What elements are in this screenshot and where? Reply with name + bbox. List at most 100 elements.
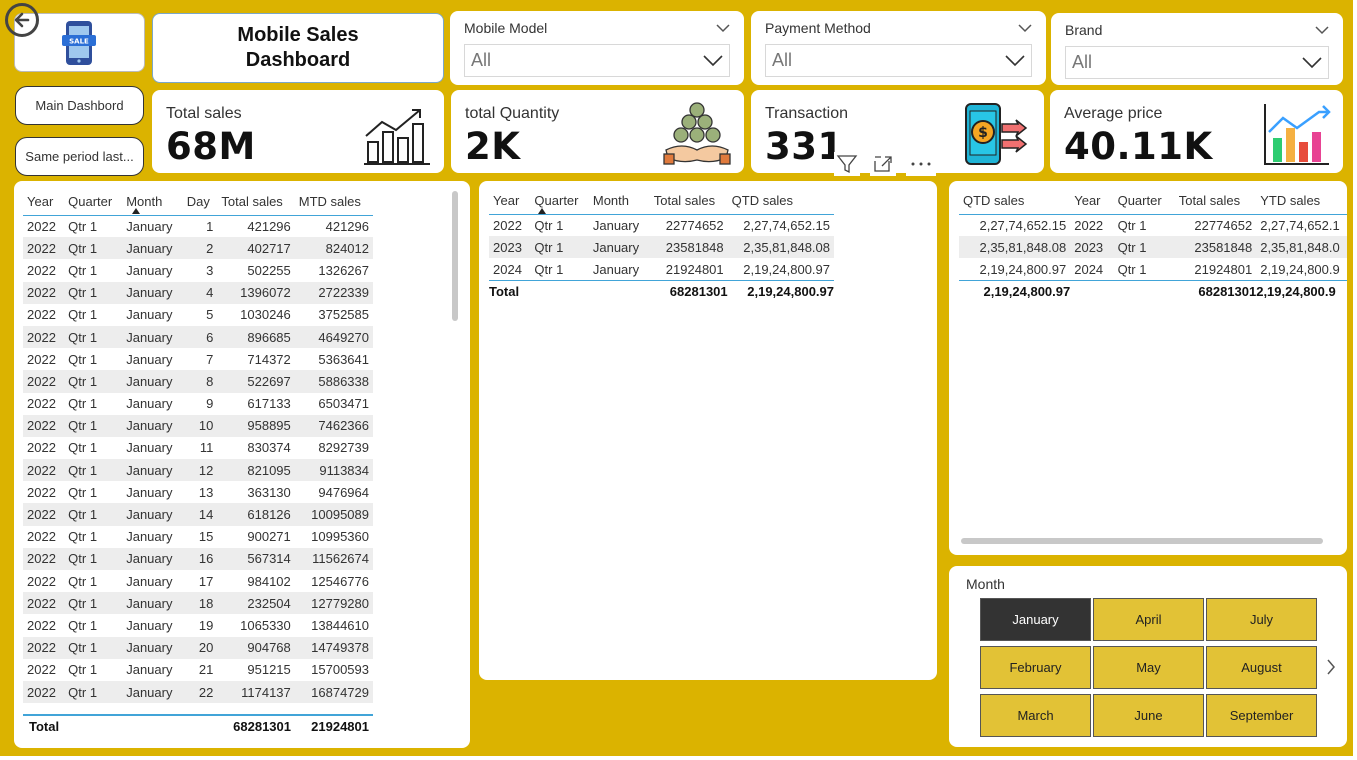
table-cell: January	[122, 592, 183, 615]
table-cell: 2,27,74,652.15	[743, 217, 830, 233]
table-cell: Qtr 1	[64, 325, 123, 349]
month-button-june[interactable]: June	[1093, 694, 1204, 737]
column-header[interactable]: Year	[1070, 188, 1113, 214]
month-button-march[interactable]: March	[980, 694, 1091, 737]
table-row[interactable]: 2022 Qtr 1 January 19 1065330 13844610	[23, 614, 373, 636]
main-dashboard-button[interactable]: Main Dashbord	[15, 86, 144, 125]
table-row[interactable]: 2022 Qtr 1 January 11 830374 8292739	[23, 437, 373, 459]
ytd-table-body: 2,27,74,652.15 2022 Qtr 1 22774652 2,27,74,6…	[959, 214, 1347, 281]
horizontal-scrollbar[interactable]	[961, 538, 1323, 544]
column-header[interactable]: Total sales	[217, 189, 294, 215]
table-row[interactable]: 2022 Qtr 1 January 22 1174137 16874729	[23, 680, 373, 704]
column-header[interactable]: MTD sales	[295, 189, 373, 215]
column-header[interactable]: Year	[489, 188, 530, 214]
qtd-table-visual[interactable]: Year Quarter Month Total sales QTD sales…	[479, 181, 937, 680]
table-row[interactable]: 2022 Qtr 1 January 17 984102 12546776	[23, 570, 373, 592]
table-row[interactable]: 2,35,81,848.08 2023 Qtr 1 23581848 2,35,81,8…	[959, 236, 1347, 259]
table-cell: 522697	[217, 370, 295, 393]
table-cell: 951215	[247, 662, 291, 678]
table-cell: 900271	[247, 529, 291, 545]
table-cell: January	[126, 440, 173, 456]
column-header[interactable]: Year	[23, 189, 64, 215]
table-row[interactable]: 2022 Qtr 1 January 1 421296 421296	[23, 215, 373, 237]
back-button[interactable]	[5, 3, 39, 37]
table-cell: 14	[182, 503, 218, 526]
column-header[interactable]: YTD sales	[1256, 188, 1347, 214]
table-row[interactable]: 2022 Qtr 1 January 5 1030246 3752585	[23, 304, 373, 326]
chevron-down-icon[interactable]	[716, 23, 730, 33]
chevron-down-icon[interactable]	[1018, 23, 1032, 33]
column-header[interactable]: Quarter	[1114, 188, 1175, 214]
month-button-february[interactable]: February	[980, 646, 1091, 689]
table-row[interactable]: 2022 Qtr 1 January 4 1396072 2722339	[23, 281, 373, 304]
column-header[interactable]: Quarter	[64, 189, 122, 215]
chevron-right-icon[interactable]	[1326, 659, 1336, 675]
table-row[interactable]: 2023 Qtr 1 January 23581848 2,35,81,848.08	[489, 236, 834, 259]
more-options-icon[interactable]	[906, 152, 936, 176]
money-bags-icon	[663, 102, 731, 165]
column-header[interactable]: Total sales	[650, 188, 728, 214]
table-cell: January	[126, 617, 173, 633]
month-button-may[interactable]: May	[1093, 646, 1204, 689]
filter-icon[interactable]	[834, 152, 860, 176]
table-row[interactable]: 2024 Qtr 1 January 21924801 2,19,24,800.97	[489, 258, 834, 280]
table-row[interactable]: 2022 Qtr 1 January 12 821095 9113834	[23, 459, 373, 482]
table-cell: 2022	[27, 396, 56, 412]
table-cell: January	[592, 217, 640, 233]
table-cell: 5886338	[294, 370, 373, 393]
table-row[interactable]: 2022 Qtr 1 January 8 522697 5886338	[23, 370, 373, 393]
month-button-january[interactable]: January	[980, 598, 1091, 641]
table-cell: January	[126, 307, 173, 323]
table-row[interactable]: 2022 Qtr 1 January 2 402717 824012	[23, 237, 373, 260]
column-header[interactable]: QTD sales	[728, 188, 834, 214]
ytd-table-visual[interactable]: QTD sales Year Quarter Total sales YTD s…	[949, 181, 1347, 555]
month-button-july[interactable]: July	[1206, 598, 1317, 641]
table-cell: 2022	[1074, 217, 1104, 233]
focus-mode-icon[interactable]	[870, 152, 896, 176]
column-header[interactable]: Month	[589, 188, 650, 214]
table-cell: 9	[206, 396, 214, 412]
table-cell: 13	[198, 484, 214, 500]
table-row[interactable]: 2022 Qtr 1 January 10 958895 7462366	[23, 414, 373, 437]
same-period-button[interactable]: Same period last...	[15, 137, 144, 176]
table-cell: 23581848	[649, 236, 728, 259]
table-row[interactable]: 2022 Qtr 1 January 22774652 2,27,74,652.15	[489, 214, 834, 236]
chevron-down-icon[interactable]	[1315, 25, 1329, 35]
table-row[interactable]: 2022 Qtr 1 January 15 900271 10995360	[23, 526, 373, 548]
table-row[interactable]: 2022 Qtr 1 January 14 618126 10095089	[23, 503, 373, 526]
table-row[interactable]: 2022 Qtr 1 January 7 714372 5363641	[23, 348, 373, 370]
slicer-dropdown[interactable]: All	[1065, 46, 1329, 79]
vertical-scrollbar[interactable]	[452, 191, 458, 321]
mtd-total-row: Total 68281301 21924801	[23, 716, 373, 737]
slicer-brand[interactable]: Brand All	[1051, 13, 1343, 85]
table-row[interactable]: 2,27,74,652.15 2022 Qtr 1 22774652 2,27,74,6…	[959, 214, 1347, 236]
table-cell: 1	[206, 218, 214, 234]
table-cell: 617133	[247, 396, 291, 412]
slicer-payment-method[interactable]: Payment Method All	[751, 11, 1046, 85]
slicer-dropdown[interactable]: All	[464, 44, 730, 77]
table-cell: 2022	[23, 547, 65, 570]
table-row[interactable]: 2,19,24,800.97 2024 Qtr 1 21924801 2,19,24,8…	[959, 258, 1347, 280]
table-row[interactable]: 2022 Qtr 1 January 9 617133 6503471	[23, 393, 373, 415]
table-cell: 2022	[27, 440, 56, 456]
slicer-dropdown[interactable]: All	[765, 44, 1032, 77]
table-row[interactable]: 2022 Qtr 1 January 3 502255 1326267	[23, 259, 373, 281]
column-header[interactable]: Day	[183, 189, 218, 215]
table-row[interactable]: 2022 Qtr 1 January 21 951215 15700593	[23, 659, 373, 681]
table-row[interactable]: 2022 Qtr 1 January 16 567314 11562674	[23, 547, 373, 570]
month-button-september[interactable]: September	[1206, 694, 1317, 737]
table-row[interactable]: 2022 Qtr 1 January 20 904768 14749378	[23, 636, 373, 659]
month-button-august[interactable]: August	[1206, 646, 1317, 689]
table-row[interactable]: 2022 Qtr 1 January 18 232504 12779280	[23, 592, 373, 615]
slicer-mobile-model[interactable]: Mobile Model All	[450, 11, 744, 85]
table-row[interactable]: 2022 Qtr 1 January 13 363130 9476964	[23, 481, 373, 503]
table-row[interactable]: 2022 Qtr 1 January 6 896685 4649270	[23, 325, 373, 349]
column-header[interactable]: QTD sales	[959, 188, 1070, 214]
table-cell: 2,35,81,848.08	[727, 236, 834, 259]
month-button-april[interactable]: April	[1093, 598, 1204, 641]
table-cell: Qtr 1	[68, 440, 98, 456]
mtd-table-visual[interactable]: Year Quarter Month Day Total sales MTD s…	[14, 181, 470, 748]
column-header[interactable]: Total sales	[1175, 188, 1257, 214]
table-cell: 421296	[325, 218, 369, 234]
back-arrow-icon	[14, 12, 30, 28]
